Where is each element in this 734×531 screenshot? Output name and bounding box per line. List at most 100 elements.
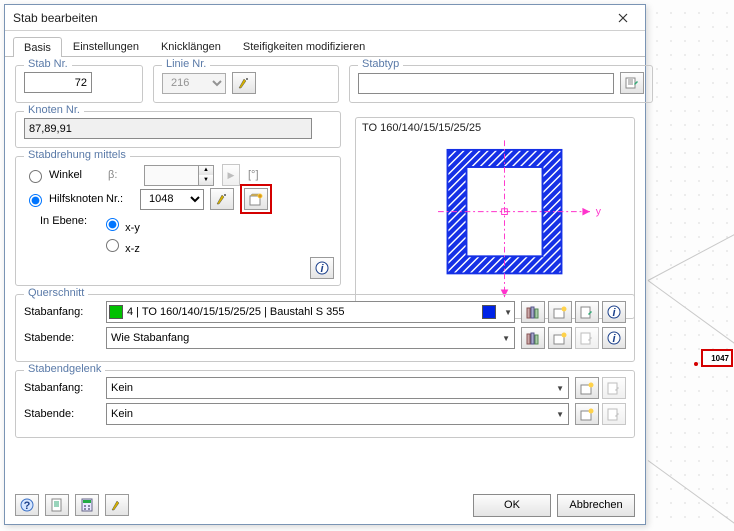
tab-einstellungen[interactable]: Einstellungen [62,36,150,56]
info-icon: i [607,331,621,345]
qs-edit-button[interactable] [575,301,599,323]
new-node-highlight [240,184,272,214]
radio-winkel[interactable]: Winkel [24,167,100,183]
svg-text:y: y [596,207,602,218]
gel-stabende-combo[interactable]: Kein ▼ [106,403,569,425]
beta-label: β: [108,169,136,181]
gel-edit-button [602,377,626,399]
library-icon [526,332,540,345]
notes-icon [50,498,64,512]
knoten-input[interactable] [24,118,312,139]
linie-nr-select[interactable]: 216 [162,73,226,94]
qs-swatch [109,305,123,319]
gel-edit-button-2 [602,403,626,425]
radio-hilfsknoten[interactable]: Hilfsknoten [24,191,100,207]
gel-new-button[interactable] [575,377,599,399]
legend-stab-nr: Stab Nr. [24,58,72,70]
stab-nr-input[interactable] [24,72,92,93]
group-knoten: Knoten Nr. [15,111,341,148]
pick-line-button[interactable] [232,72,256,94]
new-icon [580,408,594,421]
gel-new-button-2[interactable] [575,403,599,425]
notes-button[interactable] [45,494,69,516]
chevron-down-icon: ▼ [502,334,510,343]
info-icon: i [607,305,621,319]
stabdrehung-info-button[interactable]: i [310,257,334,279]
stabtyp-edit-button[interactable] [620,72,644,94]
qs-stabanfang-label: Stabanfang: [24,306,100,318]
calc-icon [80,498,94,512]
edit-icon [607,382,621,395]
chevron-down-icon: ▼ [556,384,564,393]
beta-unit: [°] [248,169,259,181]
spin-up[interactable]: ▲ [199,166,213,176]
group-gelenk: Stabendgelenk Stabanfang: Kein ▼ Stabend… [15,370,635,438]
ok-button[interactable]: OK [473,494,551,517]
tab-steifigkeiten[interactable]: Steifigkeiten modifizieren [232,36,376,56]
edit-member-dialog: Stab bearbeiten Basis Einstellungen Knic… [4,4,646,525]
dialog-title: Stab bearbeiten [13,11,605,25]
gel-stabanfang-label: Stabanfang: [24,382,100,394]
qs-new-button[interactable] [548,301,572,323]
group-stabtyp: Stabtyp Balkenstab [349,65,653,103]
edit-list-icon [625,77,639,89]
info-icon: i [315,261,329,275]
edit-icon [580,306,594,319]
help-icon: ? [20,498,34,512]
radio-xy[interactable]: x-y [101,215,140,234]
svg-text:?: ? [24,500,31,512]
pick-member-button[interactable] [105,494,129,516]
new-icon [553,332,567,345]
bg-node-label: 1047 [701,349,733,367]
bg-node-marker [694,362,698,366]
section-svg: y z [362,136,628,312]
close-button[interactable] [605,8,641,28]
cancel-button[interactable]: Abbrechen [557,494,635,517]
qs-stabende-text: Wie Stabanfang [111,332,189,344]
hilfs-nr-select[interactable]: 1048 [140,189,204,210]
hilfs-new-button[interactable] [244,188,268,210]
stabtyp-select[interactable]: Balkenstab [358,73,614,94]
titlebar: Stab bearbeiten [5,5,645,31]
tab-basis[interactable]: Basis [13,37,62,57]
gel-stabende-label: Stabende: [24,408,100,420]
group-querschnitt: Querschnitt Stabanfang: 4 | TO 160/140/1… [15,294,635,362]
section-preview: TO 160/140/15/15/25/25 [355,117,635,319]
library-icon [526,306,540,319]
chevron-down-icon: ▼ [556,410,564,419]
legend-linie-nr: Linie Nr. [162,58,210,70]
beta-spin[interactable]: ▲▼ [144,165,214,186]
help-button[interactable]: ? [15,494,39,516]
qs-stabanfang-combo[interactable]: 4 | TO 160/140/15/15/25/25 | Baustahl S … [106,301,515,323]
gel-stabende-text: Kein [111,408,133,420]
qs-lib-button-2[interactable] [521,327,545,349]
qs-stabanfang-text: 4 | TO 160/140/15/15/25/25 | Baustahl S … [127,306,478,318]
qs-info-button[interactable]: i [602,301,626,323]
spin-down[interactable]: ▼ [199,175,213,185]
tab-knicklaengen[interactable]: Knicklängen [150,36,232,56]
calc-button[interactable] [75,494,99,516]
hilfs-pick-button[interactable] [210,188,234,210]
group-stabdrehung: Stabdrehung mittels Winkel β: ▲▼ ▶ [°] H… [15,156,341,286]
preview-title: TO 160/140/15/15/25/25 [362,122,628,134]
beta-input[interactable] [144,165,198,186]
qs-info-button-2[interactable]: i [602,327,626,349]
edit-icon [580,332,594,345]
radio-xz[interactable]: x-z [101,236,140,255]
new-icon [553,306,567,319]
qs-new-button-2[interactable] [548,327,572,349]
beta-step-button[interactable]: ▶ [222,164,240,186]
qs-stabende-label: Stabende: [24,332,100,344]
in-ebene-label: In Ebene: [40,215,87,227]
gel-stabanfang-combo[interactable]: Kein ▼ [106,377,569,399]
hilfs-nr-label: Nr.: [106,193,134,205]
qs-edit-button-2 [575,327,599,349]
qs-endcolor [482,305,496,319]
group-stab-nr: Stab Nr. [15,65,143,103]
legend-querschnitt: Querschnitt [24,287,88,299]
qs-lib-button[interactable] [521,301,545,323]
qs-stabende-combo[interactable]: Wie Stabanfang ▼ [106,327,515,349]
legend-gelenk: Stabendgelenk [24,363,105,375]
group-linie-nr: Linie Nr. 216 [153,65,339,103]
dialog-footer: ? OK Abbrechen [5,486,645,524]
